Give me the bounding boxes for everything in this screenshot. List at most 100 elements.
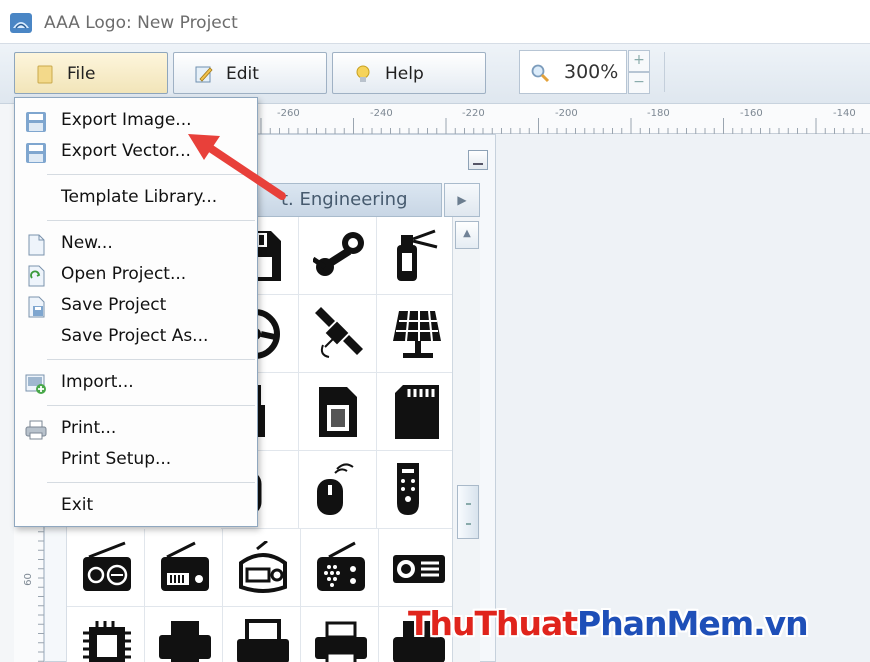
fire-extinguisher-icon — [397, 229, 438, 281]
watermark-part-2: PhanMem.vn — [577, 604, 809, 643]
menu-item-label: Print... — [61, 418, 117, 438]
import-icon — [25, 374, 46, 394]
ruler-label: -180 — [647, 108, 670, 119]
printer-icon — [25, 420, 47, 440]
menu-item-print-setup[interactable]: Print Setup... — [15, 445, 257, 475]
sd-card-icon — [395, 385, 439, 439]
edit-pencil-icon — [195, 66, 213, 83]
template-item[interactable] — [299, 217, 377, 295]
remote-control-icon — [397, 463, 419, 515]
menu-separator — [47, 405, 255, 406]
app-window: AAA Logo: New Project File Edit Help 300… — [0, 0, 870, 662]
new-document-icon — [28, 234, 45, 256]
old-radio-icon — [161, 541, 209, 591]
menu-item-open-project[interactable]: Open Project... — [15, 260, 257, 290]
satellite-icon — [315, 307, 363, 358]
sim-card-icon — [319, 387, 357, 437]
scroll-thumb[interactable] — [457, 485, 479, 539]
window-title: AAA Logo: New Project — [44, 13, 238, 33]
file-folder-icon — [37, 65, 53, 84]
template-item[interactable] — [145, 529, 223, 607]
printer-icon — [159, 621, 211, 662]
annotation-arrow-icon — [188, 134, 286, 200]
menu-item-label: Import... — [61, 372, 134, 392]
zoom-out-button[interactable]: − — [628, 72, 650, 94]
ruler-label: -160 — [740, 108, 763, 119]
edit-menu-button[interactable]: Edit — [173, 52, 327, 94]
next-category-button[interactable]: ▶ — [444, 183, 480, 217]
template-item[interactable] — [377, 451, 455, 529]
watermark: ThuThuatPhanMem.vn — [408, 604, 809, 643]
radio-icon — [83, 541, 131, 591]
template-scrollbar[interactable]: ▲ — [452, 217, 480, 662]
panel-minimize-button[interactable] — [468, 150, 488, 170]
template-item[interactable] — [299, 373, 377, 451]
zoom-level: 300% — [564, 61, 619, 83]
template-item[interactable] — [377, 373, 455, 451]
title-bar: AAA Logo: New Project — [0, 0, 870, 44]
ruler-label: -240 — [370, 108, 393, 119]
file-menu-label: File — [67, 64, 96, 84]
ruler-label: -140 — [833, 108, 856, 119]
horizontal-ruler: -260 -240 -220 -200 -180 -160 -140 — [255, 104, 870, 134]
menu-item-label: Exit — [61, 495, 94, 515]
menu-item-save-project-as[interactable]: Save Project As... — [15, 322, 257, 352]
app-logo-icon — [10, 13, 32, 33]
menu-item-label: Open Project... — [61, 264, 187, 284]
menu-item-label: New... — [61, 233, 113, 253]
template-item[interactable] — [379, 529, 457, 607]
speaker-radio-icon — [317, 541, 365, 591]
template-item[interactable] — [223, 607, 301, 662]
toolbar-separator — [664, 52, 665, 92]
template-item[interactable] — [301, 529, 379, 607]
printer-3-icon — [315, 621, 367, 662]
scroll-up-button[interactable]: ▲ — [455, 221, 479, 249]
template-item[interactable] — [377, 217, 455, 295]
ruler-label: 60 — [22, 573, 34, 586]
template-item[interactable] — [67, 529, 145, 607]
menu-item-exit[interactable]: Exit — [15, 491, 257, 521]
help-menu-button[interactable]: Help — [332, 52, 486, 94]
template-item[interactable] — [299, 451, 377, 529]
menu-item-save-project[interactable]: Save Project — [15, 291, 257, 321]
save-disk-icon — [26, 112, 46, 132]
steam-icon — [313, 232, 364, 276]
save-project-icon — [28, 296, 45, 318]
menu-item-new[interactable]: New... — [15, 229, 257, 259]
template-item[interactable] — [223, 529, 301, 607]
template-item[interactable] — [301, 607, 379, 662]
open-project-icon — [28, 265, 45, 287]
menu-item-print[interactable]: Print... — [15, 414, 257, 444]
projector-icon — [393, 555, 445, 583]
menu-separator — [47, 482, 255, 483]
wireless-mouse-icon — [317, 463, 354, 515]
ruler-label: -200 — [555, 108, 578, 119]
zoom-in-button[interactable]: + — [628, 50, 650, 72]
edit-menu-label: Edit — [226, 64, 259, 84]
save-disk-icon — [26, 143, 46, 163]
zoom-field[interactable]: 300% — [519, 50, 627, 94]
solar-panel-icon — [393, 310, 441, 358]
document-canvas[interactable] — [496, 134, 870, 662]
help-lightbulb-icon — [356, 65, 370, 82]
toolbar: File Edit Help — [0, 44, 870, 104]
magnifier-icon — [531, 64, 550, 83]
menu-item-label: Save Project As... — [61, 326, 209, 346]
menu-separator — [47, 359, 255, 360]
template-item[interactable] — [299, 295, 377, 373]
cpu-chip-icon — [83, 621, 131, 662]
template-item[interactable] — [377, 295, 455, 373]
menu-item-label: Export Image... — [61, 110, 192, 130]
template-item[interactable] — [145, 607, 223, 662]
watermark-part-1: ThuThuat — [408, 604, 578, 643]
menu-item-import[interactable]: Import... — [15, 368, 257, 398]
menu-item-label: Save Project — [61, 295, 167, 315]
file-menu-button[interactable]: File — [14, 52, 168, 94]
menu-item-label: Export Vector... — [61, 141, 191, 161]
ruler-label: -260 — [277, 108, 300, 119]
ruler-label: -220 — [462, 108, 485, 119]
help-menu-label: Help — [385, 64, 424, 84]
retro-radio-icon — [239, 541, 287, 593]
menu-item-label: Print Setup... — [61, 449, 172, 469]
template-item[interactable] — [67, 607, 145, 662]
